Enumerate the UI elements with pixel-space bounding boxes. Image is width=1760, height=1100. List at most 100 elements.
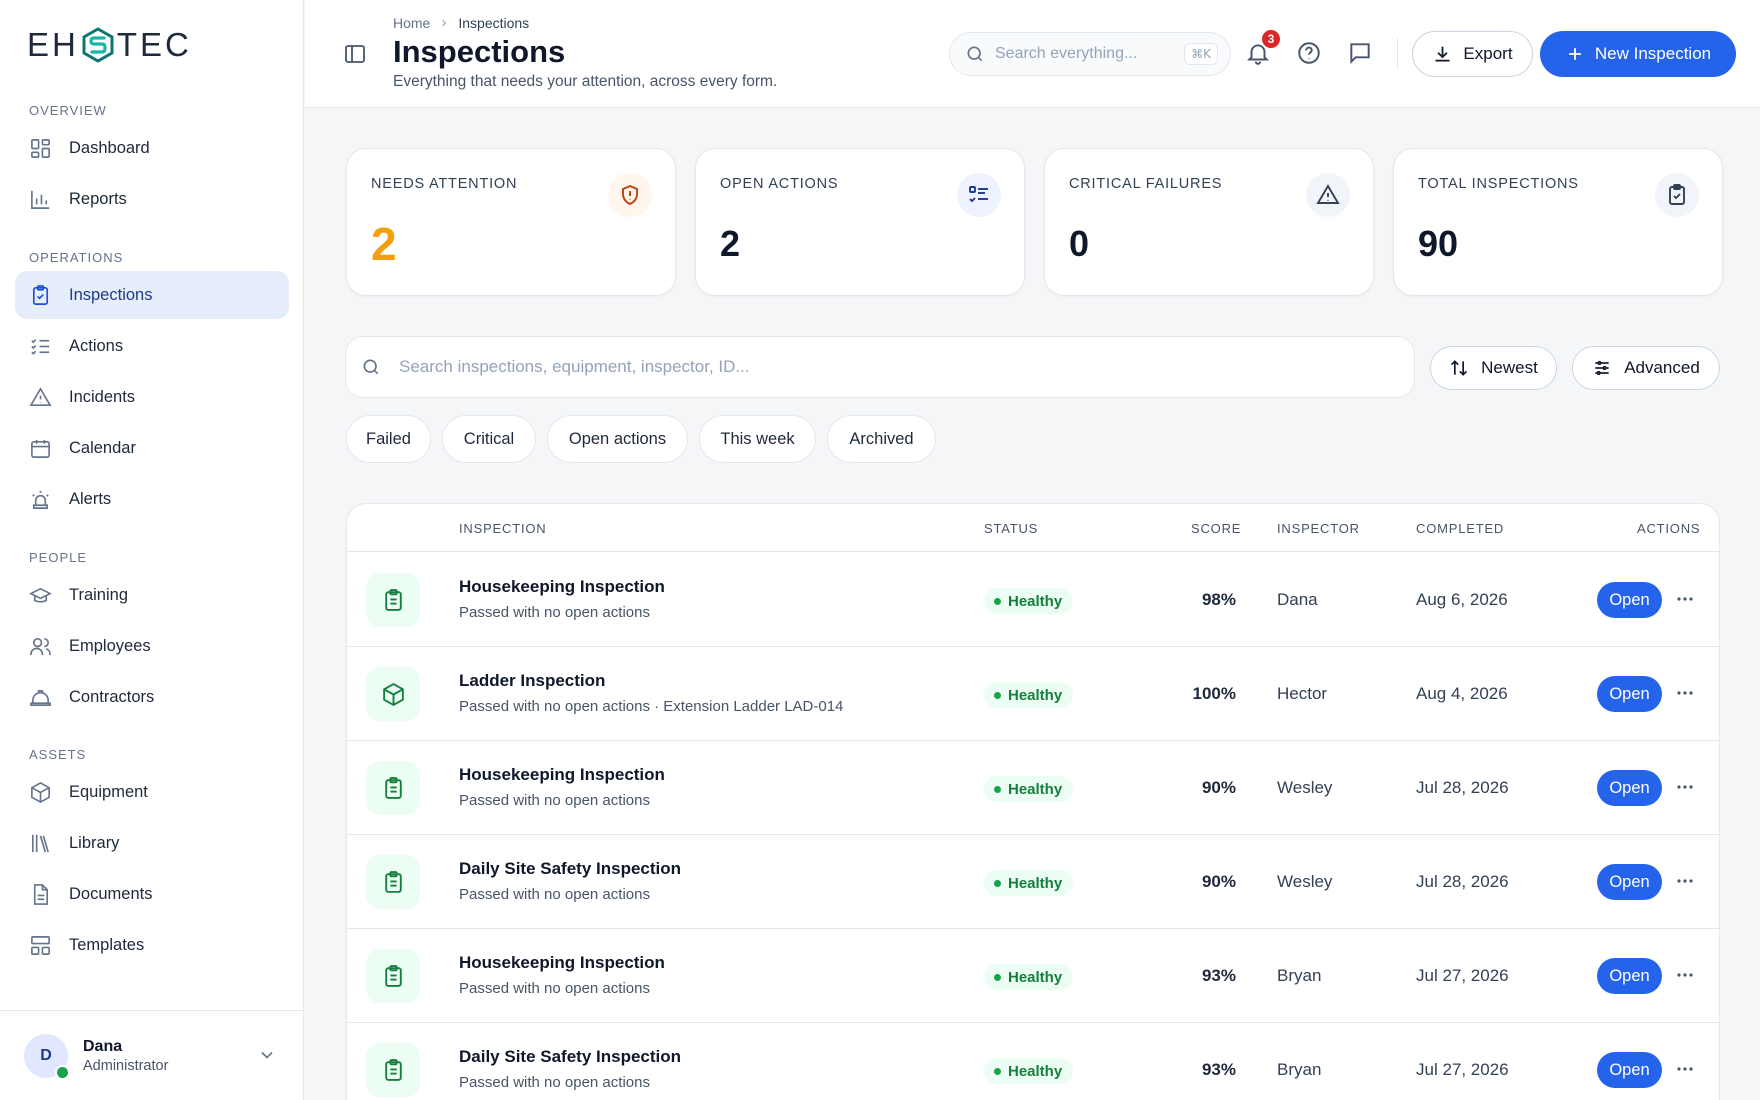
list-check-icon [31,338,50,355]
sidebar-item-inspections[interactable]: Inspections [15,271,289,319]
clipboard-check-icon [1669,184,1685,205]
column-header-status[interactable]: STATUS [984,521,1038,536]
sidebar-item-label: Training [69,585,128,604]
sidebar-item-templates[interactable]: Templates [15,921,289,969]
chevron-down-icon[interactable] [257,1045,277,1065]
column-header-score[interactable]: SCORE [1191,521,1241,536]
sliders-icon [1595,360,1609,376]
sidebar-item-label: Contractors [69,687,155,706]
open-button[interactable]: Open [1597,770,1662,806]
sidebar-item-incidents[interactable]: Incidents [15,373,289,421]
stat-card-open-actions[interactable]: OPEN ACTIONS 2 [695,148,1025,296]
open-button[interactable]: Open [1597,1052,1662,1088]
section-label: ASSETS [29,747,87,762]
stat-value: 2 [720,223,741,264]
sidebar-item-equipment[interactable]: Equipment [15,768,289,816]
more-actions-icon[interactable] [1673,869,1697,893]
breadcrumb-home[interactable]: Home [393,15,430,31]
sidebar-item-training[interactable]: Training [15,571,289,619]
open-button[interactable]: Open [1597,958,1662,994]
new-inspection-label: New Inspection [1594,44,1712,63]
status-dot [994,691,1001,699]
filter-chip-archived[interactable]: Archived [827,415,936,463]
status-badge: Healthy [984,870,1074,896]
status-label: Healthy [1008,592,1063,610]
sidebar-item-dashboard[interactable]: Dashboard [15,124,289,172]
open-button[interactable]: Open [1597,582,1662,618]
user-menu[interactable]: D Dana Administrator [0,1010,303,1100]
completed-date: Jul 27, 2026 [1416,1060,1509,1079]
table-row[interactable]: Housekeeping Inspection Passed with no o… [347,553,1719,647]
column-header-completed[interactable]: COMPLETED [1416,521,1504,536]
filter-chip-this-week[interactable]: This week [699,415,816,463]
template-icon [31,935,50,955]
filter-chip-critical[interactable]: Critical [442,415,536,463]
sidebar-item-actions[interactable]: Actions [15,322,289,370]
inspection-title: Ladder Inspection [459,671,606,690]
row-icon-wrap [366,1043,420,1097]
filter-chip-failed[interactable]: Failed [346,415,431,463]
global-search-input[interactable]: Search everything... ⌘K [949,32,1231,76]
inspection-search-input[interactable]: Search inspections, equipment, inspector… [345,336,1415,398]
stat-card-critical-failures[interactable]: CRITICAL FAILURES 0 [1044,148,1374,296]
sidebar-item-contractors[interactable]: Contractors [15,673,289,721]
open-button[interactable]: Open [1597,864,1662,900]
user-name: Dana [83,1037,123,1055]
sidebar-item-label: Equipment [69,782,148,801]
inspector-name: Bryan [1277,966,1322,985]
sidebar-item-library[interactable]: Library [15,819,289,867]
logo[interactable]: EH TEC [27,25,192,65]
sidebar-item-label: Documents [69,884,153,903]
sidebar-item-documents[interactable]: Documents [15,870,289,918]
sidebar-item-employees[interactable]: Employees [15,622,289,670]
package-icon [382,682,404,706]
chevron-right-icon [442,19,447,27]
stat-icon-wrap [957,173,1001,217]
help-icon[interactable] [1296,40,1322,66]
new-inspection-button[interactable]: New Inspection [1540,31,1736,77]
more-actions-icon[interactable] [1673,775,1697,799]
list-check-icon [969,186,988,203]
warning-icon [1316,184,1340,204]
clipboard-check-icon [32,284,49,305]
more-actions-icon[interactable] [1673,587,1697,611]
table-row[interactable]: Daily Site Safety Inspection Passed with… [347,835,1719,929]
export-button[interactable]: Export [1412,31,1533,77]
more-actions-icon[interactable] [1673,963,1697,987]
stat-label: TOTAL INSPECTIONS [1418,176,1579,192]
table-header: INSPECTION STATUS SCORE INSPECTOR COMPLE… [347,504,1719,552]
sidebar-item-calendar[interactable]: Calendar [15,424,289,472]
sidebar-item-label: Inspections [69,285,153,304]
nav-section-people: PEOPLE Training Employees Contractors [0,548,304,721]
status-badge: Healthy [984,1058,1074,1084]
table-row[interactable]: Daily Site Safety Inspection Passed with… [347,1023,1719,1100]
column-header-inspector[interactable]: INSPECTOR [1277,521,1360,536]
table-row[interactable]: Ladder Inspection Passed with no open ac… [347,647,1719,741]
column-header-inspection[interactable]: INSPECTION [459,521,546,536]
sidebar-item-alerts[interactable]: Alerts [15,475,289,523]
status-badge: Healthy [984,588,1074,614]
table-row[interactable]: Housekeeping Inspection Passed with no o… [347,741,1719,835]
more-actions-icon[interactable] [1673,681,1697,705]
score-value: 90% [1201,872,1236,891]
stat-label: OPEN ACTIONS [720,176,839,192]
advanced-filter-button[interactable]: Advanced [1572,346,1720,390]
table-row[interactable]: Housekeeping Inspection Passed with no o… [347,929,1719,1023]
more-actions-icon[interactable] [1673,1057,1697,1081]
status-dot [994,1067,1001,1075]
filter-chip-open-actions[interactable]: Open actions [547,415,688,463]
download-icon [1435,46,1450,61]
sort-button[interactable]: Newest [1430,346,1557,390]
stat-card-needs-attention[interactable]: NEEDS ATTENTION 2 [346,148,676,296]
stat-card-total-inspections[interactable]: TOTAL INSPECTIONS 90 [1393,148,1723,296]
status-dot [994,597,1001,605]
search-icon [363,359,379,375]
sidebar-toggle-icon[interactable] [343,42,367,66]
stat-icon-wrap [1655,173,1699,217]
open-button[interactable]: Open [1597,676,1662,712]
inspection-subtitle: Passed with no open actions [459,792,650,809]
sidebar-item-reports[interactable]: Reports [15,175,289,223]
logo-text-right: TEC [116,26,192,63]
chat-icon[interactable] [1347,40,1373,66]
header-divider [1397,38,1398,70]
